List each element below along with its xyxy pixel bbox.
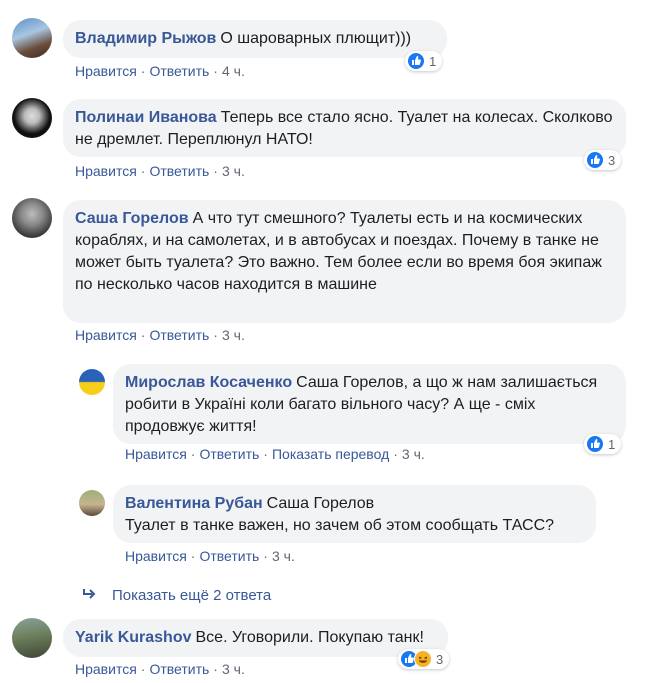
like-icon <box>586 151 604 169</box>
show-more-replies-label: Показать ещё 2 ответа <box>112 587 272 604</box>
reply-button[interactable]: Ответить <box>149 163 209 179</box>
comment-text: Туалет в танке важен, но зачем об этом с… <box>125 517 555 534</box>
reactions-badge[interactable]: 1 <box>584 434 622 454</box>
comment-author[interactable]: Полинаи Иванова <box>75 109 217 126</box>
haha-icon <box>414 650 432 668</box>
like-button[interactable]: Нравится <box>75 661 137 677</box>
reactions-badge[interactable]: 3 <box>584 150 622 170</box>
timestamp[interactable]: 3 ч. <box>402 446 425 462</box>
comment-actions: Нравится · Ответить · 3 ч. <box>75 661 245 677</box>
like-button[interactable]: Нравится <box>125 446 187 462</box>
timestamp[interactable]: 3 ч. <box>222 163 245 179</box>
like-button[interactable]: Нравится <box>125 548 187 564</box>
comment-actions: Нравится · Ответить · 3 ч. <box>75 163 245 179</box>
like-button[interactable]: Нравится <box>75 327 137 343</box>
avatar[interactable] <box>12 618 52 658</box>
timestamp[interactable]: 3 ч. <box>222 327 245 343</box>
like-icon <box>407 52 425 70</box>
comment-author[interactable]: Владимир Рыжов <box>75 30 216 47</box>
reply-button[interactable]: Ответить <box>149 661 209 677</box>
avatar[interactable] <box>79 490 105 516</box>
reactions-badge[interactable]: 1 <box>405 51 443 71</box>
comment-actions: Нравится · Ответить · Показать перевод · 3 ч. <box>125 446 425 462</box>
comment-bubble: Yarik Kurashov Все. Уговорили. Покупаю та… <box>63 619 448 657</box>
comment-author[interactable]: Валентина Рубан <box>125 495 263 512</box>
comment-text: О шароварных плющит))) <box>220 30 412 47</box>
avatar[interactable] <box>79 369 105 395</box>
comment-bubble: Полинаи Иванова Теперь все стало ясно. Ту… <box>63 99 626 157</box>
timestamp[interactable]: 3 ч. <box>222 661 245 677</box>
avatar[interactable] <box>12 98 52 138</box>
comment-bubble: Саша Горелов А что тут смешного? Туалеты … <box>63 200 626 323</box>
like-button[interactable]: Нравится <box>75 163 137 179</box>
comment-author[interactable]: Yarik Kurashov <box>75 629 192 646</box>
timestamp[interactable]: 4 ч. <box>222 63 245 79</box>
reply-arrow-icon <box>82 587 98 604</box>
comment-actions: Нравится · Ответить · 3 ч. <box>75 327 245 343</box>
show-more-replies-button[interactable]: Показать ещё 2 ответа <box>82 587 271 604</box>
reply-button[interactable]: Ответить <box>149 327 209 343</box>
like-icon <box>586 435 604 453</box>
reply-button[interactable]: Ответить <box>199 446 259 462</box>
reaction-count: 3 <box>436 651 444 667</box>
timestamp[interactable]: 3 ч. <box>272 548 295 564</box>
mention-link[interactable]: Саша Горелов <box>267 495 374 512</box>
reaction-count: 1 <box>608 436 616 452</box>
like-button[interactable]: Нравится <box>75 63 137 79</box>
comment-author[interactable]: Мирослав Косаченко <box>125 374 292 391</box>
reply-button[interactable]: Ответить <box>199 548 259 564</box>
reply-bubble: Мирослав Косаченко Саша Горелов, а що ж н… <box>113 364 626 444</box>
comment-actions: Нравится · Ответить · 3 ч. <box>125 548 295 564</box>
avatar[interactable] <box>12 18 52 58</box>
comment-bubble: Владимир Рыжов О шароварных плющит))) <box>63 20 447 58</box>
comment-actions: Нравится · Ответить · 4 ч. <box>75 63 245 79</box>
reply-bubble: Валентина Рубан Саша Горелов Туалет в тан… <box>113 485 596 543</box>
reply-button[interactable]: Ответить <box>149 63 209 79</box>
reaction-count: 1 <box>429 53 437 69</box>
show-translation-button[interactable]: Показать перевод <box>272 446 389 462</box>
avatar[interactable] <box>12 198 52 238</box>
comment-text: Все. Уговорили. Покупаю танк! <box>195 629 424 646</box>
comment-author[interactable]: Саша Горелов <box>75 210 189 227</box>
reactions-badge[interactable]: 3 <box>398 649 450 669</box>
reaction-count: 3 <box>608 152 616 168</box>
